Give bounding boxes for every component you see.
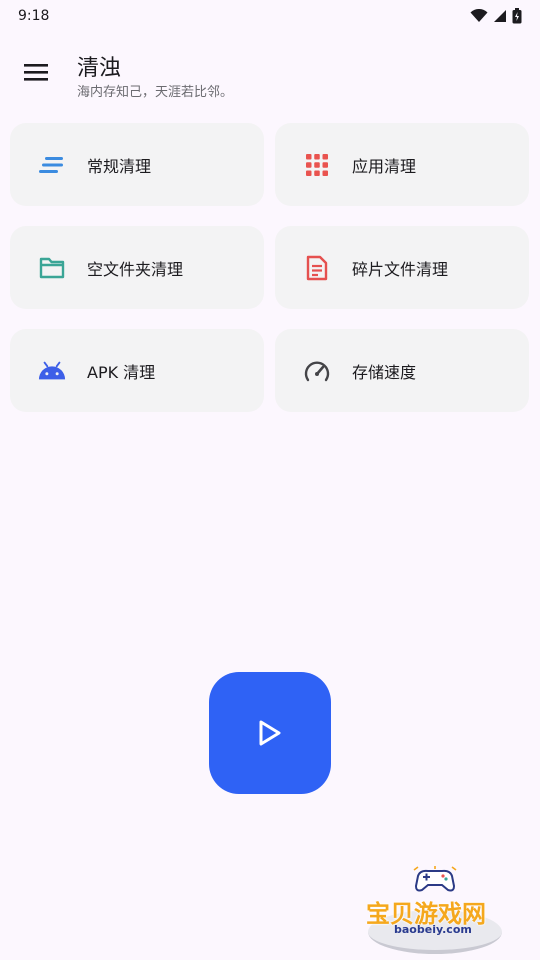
card-apk-clean[interactable]: APK 清理 xyxy=(10,329,264,412)
app-title: 清浊 xyxy=(77,56,122,81)
play-icon xyxy=(259,720,281,746)
speedometer-icon xyxy=(303,357,331,385)
battery-icon xyxy=(512,8,522,24)
card-label: 空文件夹清理 xyxy=(87,259,184,279)
card-label: 存储速度 xyxy=(352,362,417,382)
watermark: 宝贝游戏网 baobeiy.com xyxy=(362,866,512,956)
lines-icon xyxy=(38,151,66,179)
status-bar: 9:18 xyxy=(0,0,540,32)
android-icon xyxy=(38,357,66,385)
card-label: 应用清理 xyxy=(352,156,417,176)
card-app-clean[interactable]: 应用清理 xyxy=(275,123,529,206)
wifi-icon xyxy=(470,9,488,22)
apps-grid-icon xyxy=(303,151,331,179)
app-subtitle: 海内存知己，天涯若比邻。 xyxy=(77,85,234,100)
gamepad-icon xyxy=(413,866,457,892)
card-label: APK 清理 xyxy=(87,362,156,382)
card-label: 碎片文件清理 xyxy=(352,259,449,279)
menu-button[interactable] xyxy=(20,56,52,88)
hamburger-menu-icon xyxy=(24,64,48,81)
card-regular-clean[interactable]: 常规清理 xyxy=(10,123,264,206)
status-time: 9:18 xyxy=(18,8,50,24)
folder-icon xyxy=(38,254,66,282)
card-empty-folder-clean[interactable]: 空文件夹清理 xyxy=(10,226,264,309)
card-label: 常规清理 xyxy=(87,156,152,176)
card-fragment-file-clean[interactable]: 碎片文件清理 xyxy=(275,226,529,309)
feature-grid: 常规清理 应用清理 空文件夹清理 碎片文件清理 APK 清理 存储速度 xyxy=(10,123,530,412)
app-bar: 清浊 海内存知己，天涯若比邻。 xyxy=(0,44,540,104)
watermark-url: baobeiy.com xyxy=(394,923,472,936)
document-icon xyxy=(303,254,331,282)
cell-signal-icon xyxy=(494,10,506,22)
card-storage-speed[interactable]: 存储速度 xyxy=(275,329,529,412)
status-icons xyxy=(470,8,522,24)
start-button[interactable] xyxy=(209,672,331,794)
